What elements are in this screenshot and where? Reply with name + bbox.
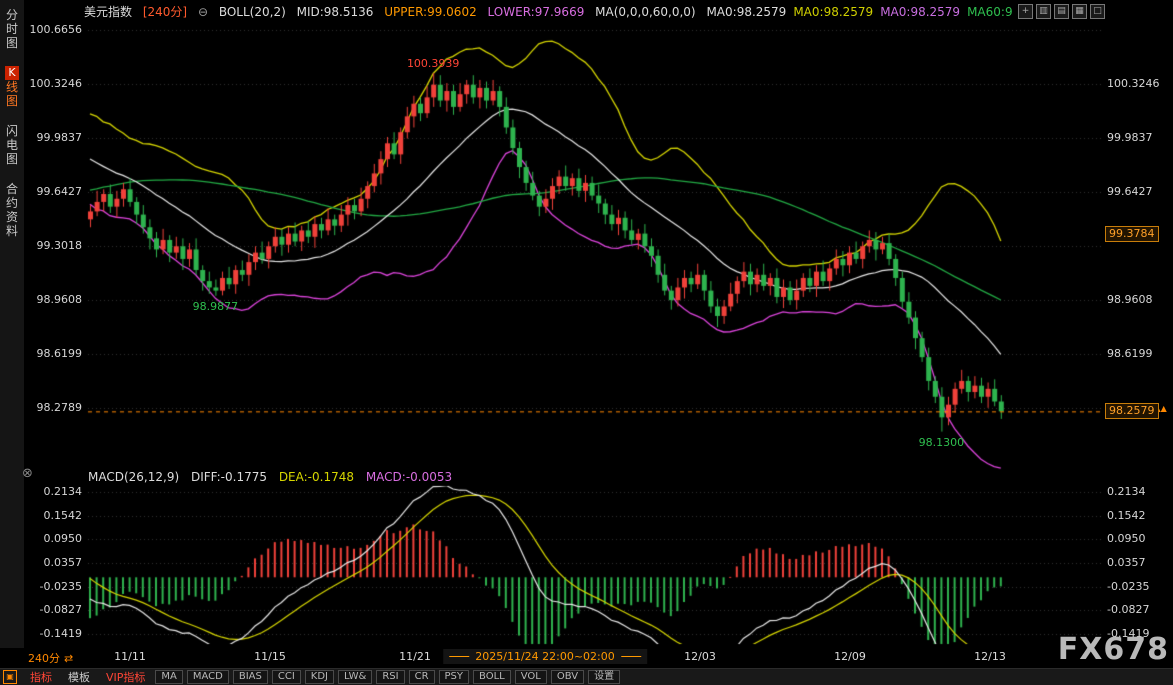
boll-lower-value: LOWER:97.9669 — [488, 5, 585, 19]
layout-grid-icon[interactable]: ▥ — [1036, 4, 1051, 19]
indicator-button-CR[interactable]: CR — [409, 670, 435, 684]
boll-label: BOLL(20,2) — [219, 5, 286, 19]
toolbar-tab-VIP指标[interactable]: VIP指标 — [98, 669, 153, 685]
indicator-button-PSY[interactable]: PSY — [439, 670, 470, 684]
cursor-dash-left — [449, 656, 469, 657]
macd-macd-value: MACD:-0.0053 — [366, 470, 452, 484]
y-axis-tick: 99.9837 — [1107, 132, 1153, 144]
layout-rows-icon[interactable]: ▦ — [1072, 4, 1087, 19]
indicator-button-OBV[interactable]: OBV — [551, 670, 584, 684]
y-axis-tick: 100.3246 — [1107, 78, 1160, 90]
ma-group-label: MA(0,0,0,60,0,0) — [595, 5, 695, 19]
cursor-time-text: 2025/11/24 22:00~02:00 — [475, 650, 615, 663]
macd-header: MACD(26,12,9) DIFF:-0.1775 DEA:-0.1748 M… — [88, 470, 460, 484]
x-axis: 240分⇄ 11/11 11/15 11/21 12/03 12/09 12/13 202… — [0, 649, 1173, 666]
toolbar-tab-指标[interactable]: 指标 — [22, 669, 60, 685]
symbol-title: 美元指数 — [84, 5, 132, 19]
price-highlight-box: 99.3784 — [1105, 226, 1159, 242]
indicator-button-VOL[interactable]: VOL — [515, 670, 547, 684]
cursor-dash-right — [621, 656, 641, 657]
add-window-icon[interactable]: + — [1018, 4, 1033, 19]
x-axis-label: 12/09 — [834, 650, 866, 663]
y-axis-tick: 0.0357 — [1107, 557, 1146, 569]
ma-value: MA0:98.2579 — [880, 5, 960, 19]
x-axis-label: 11/21 — [399, 650, 431, 663]
fx678-watermark: FX678 — [1058, 632, 1169, 667]
x-axis-label: 11/15 — [254, 650, 286, 663]
boll-upper-value: UPPER:99.0602 — [384, 5, 476, 19]
boll-mid-value: MID:98.5136 — [297, 5, 374, 19]
x-axis-label: 12/13 — [974, 650, 1006, 663]
indicator-button-BIAS[interactable]: BIAS — [233, 670, 268, 684]
y-axis-tick: -0.0235 — [1107, 581, 1149, 593]
ma-value: MA0:98.2579 — [793, 5, 873, 19]
period-tag[interactable]: [240分] — [143, 5, 187, 19]
y-axis-tick: 99.6427 — [1107, 186, 1153, 198]
x-axis-label: 12/03 — [684, 650, 716, 663]
sidebar-item-kline-chart[interactable]: K线图 — [5, 66, 19, 108]
macd-collapse-icon[interactable]: ⊗ — [22, 466, 33, 481]
y-axis-tick: 98.6199 — [1107, 348, 1153, 360]
sidebar: 分时图 K线图闪电图合约资料 — [0, 0, 24, 648]
macd-dea-value: DEA:-0.1748 — [279, 470, 354, 484]
y-axis-tick: 0.1542 — [1107, 510, 1146, 522]
indicator-button-BOLL[interactable]: BOLL — [473, 670, 511, 684]
k-badge: K — [5, 66, 19, 80]
toolbar-tab-模板[interactable]: 模板 — [60, 669, 98, 685]
x-axis-cursor-label: 2025/11/24 22:00~02:00 — [443, 649, 647, 664]
macd-diff-value: DIFF:-0.1775 — [191, 470, 267, 484]
indicator-button-设置[interactable]: 设置 — [588, 670, 620, 684]
y-axis-tick: 0.2134 — [1107, 486, 1146, 498]
window-layout-icons: +▥▤▦□ — [1018, 4, 1105, 19]
indicator-button-KDJ[interactable]: KDJ — [305, 670, 334, 684]
price-chart-canvas[interactable] — [0, 0, 1173, 685]
layout-columns-icon[interactable]: ▤ — [1054, 4, 1069, 19]
price-annotation: 98.9877 — [193, 300, 239, 313]
price-highlight-box: 98.2579 — [1105, 403, 1159, 419]
x-axis-label: 11/11 — [114, 650, 146, 663]
y-axis-tick: 0.0950 — [1107, 533, 1146, 545]
app-icon[interactable]: ▣ — [3, 670, 17, 684]
collapse-panel-icon[interactable]: ⊖ — [198, 5, 208, 19]
indicator-toolbar: ▣ 指标模板VIP指标MA MACD BIAS CCI KDJ LW&RSI CR PSYBO… — [0, 668, 1173, 685]
trading-chart-app: 美元指数 [240分] ⊖ BOLL(20,2) MID:98.5136 UPP… — [0, 0, 1173, 685]
y-axis-tick: 98.9608 — [1107, 294, 1153, 306]
sidebar-item-lightning-chart[interactable]: 闪电图 — [5, 124, 19, 166]
ma-value: MA60:9 — [967, 5, 1013, 19]
period-selector[interactable]: 240分⇄ — [28, 650, 73, 666]
layout-single-icon[interactable]: □ — [1090, 4, 1105, 19]
sidebar-item-contract-info[interactable]: 合约资料 — [5, 182, 19, 238]
ma-values: MA0:98.2579 MA0:98.2579 MA0:98.2579 MA60:9 — [706, 5, 1019, 19]
price-annotation: 98.1300 — [919, 436, 965, 449]
price-annotation: 100.3939 — [407, 57, 460, 70]
macd-params: MACD(26,12,9) — [88, 470, 179, 484]
ma-value: MA0:98.2579 — [706, 5, 786, 19]
period-switch-icon: ⇄ — [64, 652, 73, 665]
chart-header: 美元指数 [240分] ⊖ BOLL(20,2) MID:98.5136 UPP… — [84, 3, 1027, 20]
indicator-button-CCI[interactable]: CCI — [272, 670, 301, 684]
y-axis-tick: -0.0827 — [1107, 604, 1149, 616]
indicator-button-MA[interactable]: MA — [155, 670, 182, 684]
indicator-button-RSI[interactable]: RSI — [376, 670, 404, 684]
sidebar-item-time-chart[interactable]: 分时图 — [5, 8, 19, 50]
indicator-button-LW&[interactable]: LW& — [338, 670, 372, 684]
indicator-button-MACD[interactable]: MACD — [187, 670, 229, 684]
